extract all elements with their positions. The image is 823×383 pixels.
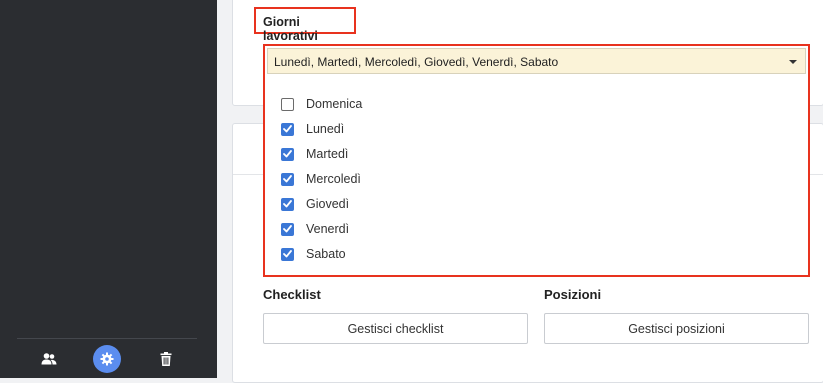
dropdown-option[interactable]: Mercoledì	[281, 171, 361, 187]
dropdown-option-label: Domenica	[306, 97, 363, 111]
dropdown-option[interactable]: Giovedì	[281, 196, 349, 212]
dropdown-option-label: Giovedì	[306, 197, 350, 211]
dropdown-option[interactable]: Lunedì	[281, 121, 344, 137]
dropdown-option-label: Mercoledì	[306, 172, 361, 186]
dropdown-option-label: Venerdì	[306, 222, 350, 236]
working-days-label: Giorni lavorativi	[254, 7, 356, 43]
checkbox-checked-icon[interactable]	[281, 222, 294, 236]
working-days-dropdown[interactable]: Lunedì, Martedì, Mercoledì, Giovedì, Ven…	[263, 44, 810, 277]
checkbox-unchecked-icon[interactable]	[281, 97, 294, 111]
dropdown-option-label: Lunedì	[306, 122, 345, 136]
dropdown-option[interactable]: Martedì	[281, 146, 348, 162]
positions-label: Posizioni	[544, 287, 602, 302]
dropdown-option[interactable]: Sabato	[281, 246, 346, 262]
checkbox-checked-icon[interactable]	[281, 172, 294, 186]
checkbox-checked-icon[interactable]	[281, 122, 294, 136]
trash-icon[interactable]	[152, 345, 180, 373]
working-days-select[interactable]: Lunedì, Martedì, Mercoledì, Giovedì, Ven…	[267, 48, 806, 74]
checkbox-checked-icon[interactable]	[281, 247, 294, 261]
dropdown-option[interactable]: Venerdì	[281, 221, 349, 237]
checkbox-checked-icon[interactable]	[281, 147, 294, 161]
checkbox-checked-icon[interactable]	[281, 197, 294, 211]
sidebar-divider	[17, 338, 197, 339]
users-icon[interactable]	[35, 345, 63, 373]
dropdown-option-label: Martedì	[306, 147, 349, 161]
manage-checklist-button[interactable]: Gestisci checklist	[263, 313, 528, 344]
working-days-selected-value: Lunedì, Martedì, Mercoledì, Giovedì, Ven…	[274, 55, 559, 69]
sidebar	[0, 0, 217, 378]
manage-positions-button[interactable]: Gestisci posizioni	[544, 313, 809, 344]
dropdown-option[interactable]: Domenica	[281, 96, 362, 112]
gear-icon[interactable]	[93, 345, 121, 373]
caret-down-icon	[789, 60, 797, 64]
checklist-label: Checklist	[263, 287, 321, 302]
dropdown-option-label: Sabato	[306, 247, 346, 261]
